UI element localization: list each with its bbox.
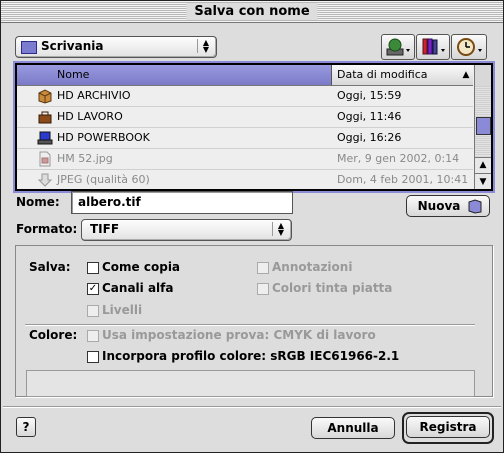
format-label: Formato: (16, 222, 78, 236)
alpha-channels-checkbox[interactable]: ✓ (87, 283, 99, 295)
format-popup[interactable]: TIFF ▲ ▼ (81, 219, 292, 241)
list-item: JPEG (qualità 60) Dom, 4 feb 2001, 10:41 (17, 170, 473, 189)
file-name: HD ARCHIVIO (57, 89, 131, 102)
cancel-button[interactable]: Annulla (311, 417, 395, 439)
new-folder-label: Nuova (417, 199, 461, 213)
file-date: Oggi, 15:59 (337, 89, 402, 102)
scroll-up-button[interactable]: ▲ (475, 157, 491, 173)
title-bar[interactable]: Salva con nome (1, 1, 503, 23)
file-date: Oggi, 11:46 (337, 110, 402, 123)
window-title: Salva con nome (186, 3, 318, 20)
filename-input[interactable]: albero.tif (71, 191, 293, 214)
vertical-scrollbar[interactable]: ▲ ▼ (474, 65, 491, 189)
toolbox-disk-icon (38, 111, 52, 124)
as-copy-label[interactable]: Come copia (102, 260, 180, 274)
use-proof-checkbox (87, 330, 99, 342)
spot-colors-label: Colori tinta piatta (272, 281, 393, 295)
document-icon (39, 151, 51, 167)
new-folder-icon (468, 199, 482, 214)
location-popup[interactable]: Scrivania ▲ ▼ (15, 36, 217, 58)
folder-icon (21, 41, 37, 54)
embed-profile-value: sRGB IEC61966-2.1 (270, 349, 400, 363)
scroll-thumb[interactable] (476, 117, 491, 135)
options-divider (25, 324, 475, 325)
popup-arrows-icon: ▲ ▼ (197, 39, 214, 54)
alias-arrow-icon (37, 173, 53, 187)
column-header-date-label: Data di modifica (337, 68, 428, 81)
column-header-name-label: Nome (57, 68, 90, 81)
use-proof-label: Usa impostazione prova: CMYK di lavoro (102, 328, 376, 342)
as-copy-checkbox[interactable] (87, 262, 99, 274)
footer-divider (3, 406, 501, 407)
embed-profile-checkbox[interactable] (87, 351, 99, 363)
file-date: Dom, 4 feb 2001, 10:41 (337, 173, 469, 186)
use-proof-value: CMYK di lavoro (273, 328, 376, 342)
new-folder-button[interactable]: Nuova (406, 195, 490, 217)
file-name: HD LAVORO (57, 110, 123, 123)
embed-profile-text: Incorpora profilo colore: (102, 349, 267, 363)
annotations-label: Annotazioni (272, 260, 353, 274)
list-item[interactable]: HD POWERBOOK Oggi, 16:26 (17, 128, 473, 149)
file-name: JPEG (qualità 60) (57, 173, 150, 186)
spot-colors-checkbox (257, 283, 269, 295)
column-header-name[interactable]: Nome (17, 65, 332, 86)
sort-direction-button[interactable]: ▲ (459, 65, 473, 86)
save-button[interactable]: Registra (406, 416, 490, 438)
save-dialog: Salva con nome Scrivania ▲ ▼ Nome Data d… (0, 0, 504, 453)
list-item[interactable]: HD ARCHIVIO Oggi, 15:59 (17, 86, 473, 107)
clock-icon (457, 38, 482, 56)
help-button[interactable]: ? (16, 417, 36, 437)
color-label: Colore: (29, 328, 78, 342)
globe-disk-icon (386, 38, 410, 56)
books-icon (422, 38, 445, 55)
file-date: Mer, 9 gen 2002, 0:14 (337, 152, 460, 165)
location-label: Scrivania (41, 39, 104, 53)
list-item: HM 52.jpg Mer, 9 gen 2002, 0:14 (17, 149, 473, 170)
file-name: HM 52.jpg (57, 152, 113, 165)
file-browser-list[interactable]: Nome Data di modifica ▲ HD ARCHIVIO Oggi… (15, 63, 493, 191)
file-name: HD POWERBOOK (57, 131, 150, 144)
embed-profile-label[interactable]: Incorpora profilo colore: sRGB IEC61966-… (102, 349, 399, 363)
column-header-date[interactable]: Data di modifica (332, 65, 459, 86)
save-label: Salva: (29, 260, 71, 274)
alpha-channels-label[interactable]: Canali alfa (102, 281, 173, 295)
scroll-down-button[interactable]: ▼ (475, 173, 491, 189)
network-button[interactable] (381, 34, 415, 60)
layers-label: Livelli (102, 303, 143, 317)
status-box (26, 370, 475, 397)
layers-checkbox (87, 305, 99, 317)
laptop-disk-icon (37, 131, 53, 145)
popup-arrows-icon: ▲ ▼ (272, 222, 289, 237)
format-value: TIFF (90, 222, 120, 236)
favorites-button[interactable] (416, 34, 450, 60)
use-proof-text: Usa impostazione prova: (102, 328, 270, 342)
box-disk-icon (38, 89, 52, 104)
name-label: Nome: (16, 195, 60, 209)
list-item[interactable]: HD LAVORO Oggi, 11:46 (17, 107, 473, 128)
annotations-checkbox (257, 262, 269, 274)
recent-button[interactable] (451, 34, 487, 60)
file-date: Oggi, 16:26 (337, 131, 402, 144)
